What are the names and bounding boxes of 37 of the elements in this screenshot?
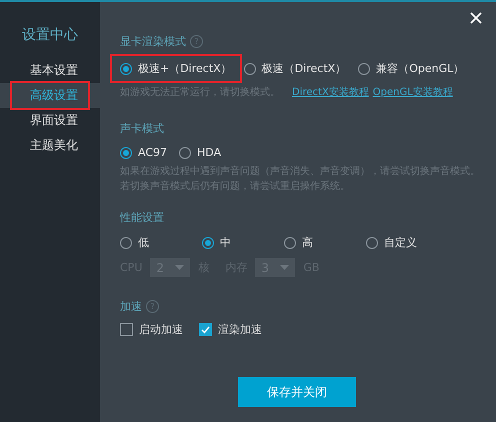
radio-button[interactable] bbox=[284, 236, 296, 248]
sidebar-item[interactable]: 基本设置 bbox=[0, 58, 100, 83]
sidebar-item[interactable]: 界面设置 bbox=[0, 108, 100, 133]
section-title: 加速 bbox=[120, 299, 142, 314]
section-title: 显卡渲染模式 bbox=[120, 34, 186, 49]
save-close-button[interactable]: 保存并关闭 bbox=[238, 377, 356, 407]
radio-button[interactable] bbox=[120, 62, 132, 74]
radio-label: 中 bbox=[220, 235, 231, 250]
checkbox-label: 渲染加速 bbox=[218, 322, 262, 337]
sidebar-item[interactable]: 高级设置 bbox=[0, 83, 100, 108]
radio-button[interactable] bbox=[179, 146, 192, 158]
caret-icon bbox=[175, 265, 184, 270]
radio-button[interactable] bbox=[120, 236, 132, 248]
checkbox[interactable] bbox=[120, 323, 133, 336]
checkbox[interactable] bbox=[199, 323, 212, 336]
radio-button[interactable] bbox=[120, 146, 132, 158]
radio-label: 低 bbox=[138, 235, 149, 250]
radio-label: 兼容（OpenGL） bbox=[376, 61, 464, 76]
radio-label: 自定义 bbox=[384, 235, 417, 250]
radio-button[interactable] bbox=[244, 62, 256, 74]
radio-label: 高 bbox=[302, 235, 313, 250]
radio-button[interactable] bbox=[202, 236, 214, 248]
radio-button[interactable] bbox=[366, 236, 378, 248]
tutorial-link[interactable]: DirectX安装教程 bbox=[292, 85, 369, 99]
section-title: 声卡模式 bbox=[120, 121, 164, 136]
radio-label: AC97 bbox=[138, 146, 168, 159]
radio-label: HDA bbox=[197, 146, 222, 159]
radio-label: 极速（DirectX） bbox=[262, 61, 346, 76]
checkbox-label: 启动加速 bbox=[139, 322, 183, 337]
radio-label: 极速+（DirectX） bbox=[138, 61, 232, 76]
tutorial-link[interactable]: OpenGL安装教程 bbox=[372, 85, 453, 99]
caret-icon bbox=[280, 265, 290, 270]
radio-button[interactable] bbox=[358, 62, 370, 74]
sidebar-item[interactable]: 主题美化 bbox=[0, 133, 100, 158]
close-icon[interactable] bbox=[470, 12, 482, 24]
sidebar-title: 设置中心 bbox=[21, 26, 79, 44]
section-title: 性能设置 bbox=[120, 210, 164, 225]
